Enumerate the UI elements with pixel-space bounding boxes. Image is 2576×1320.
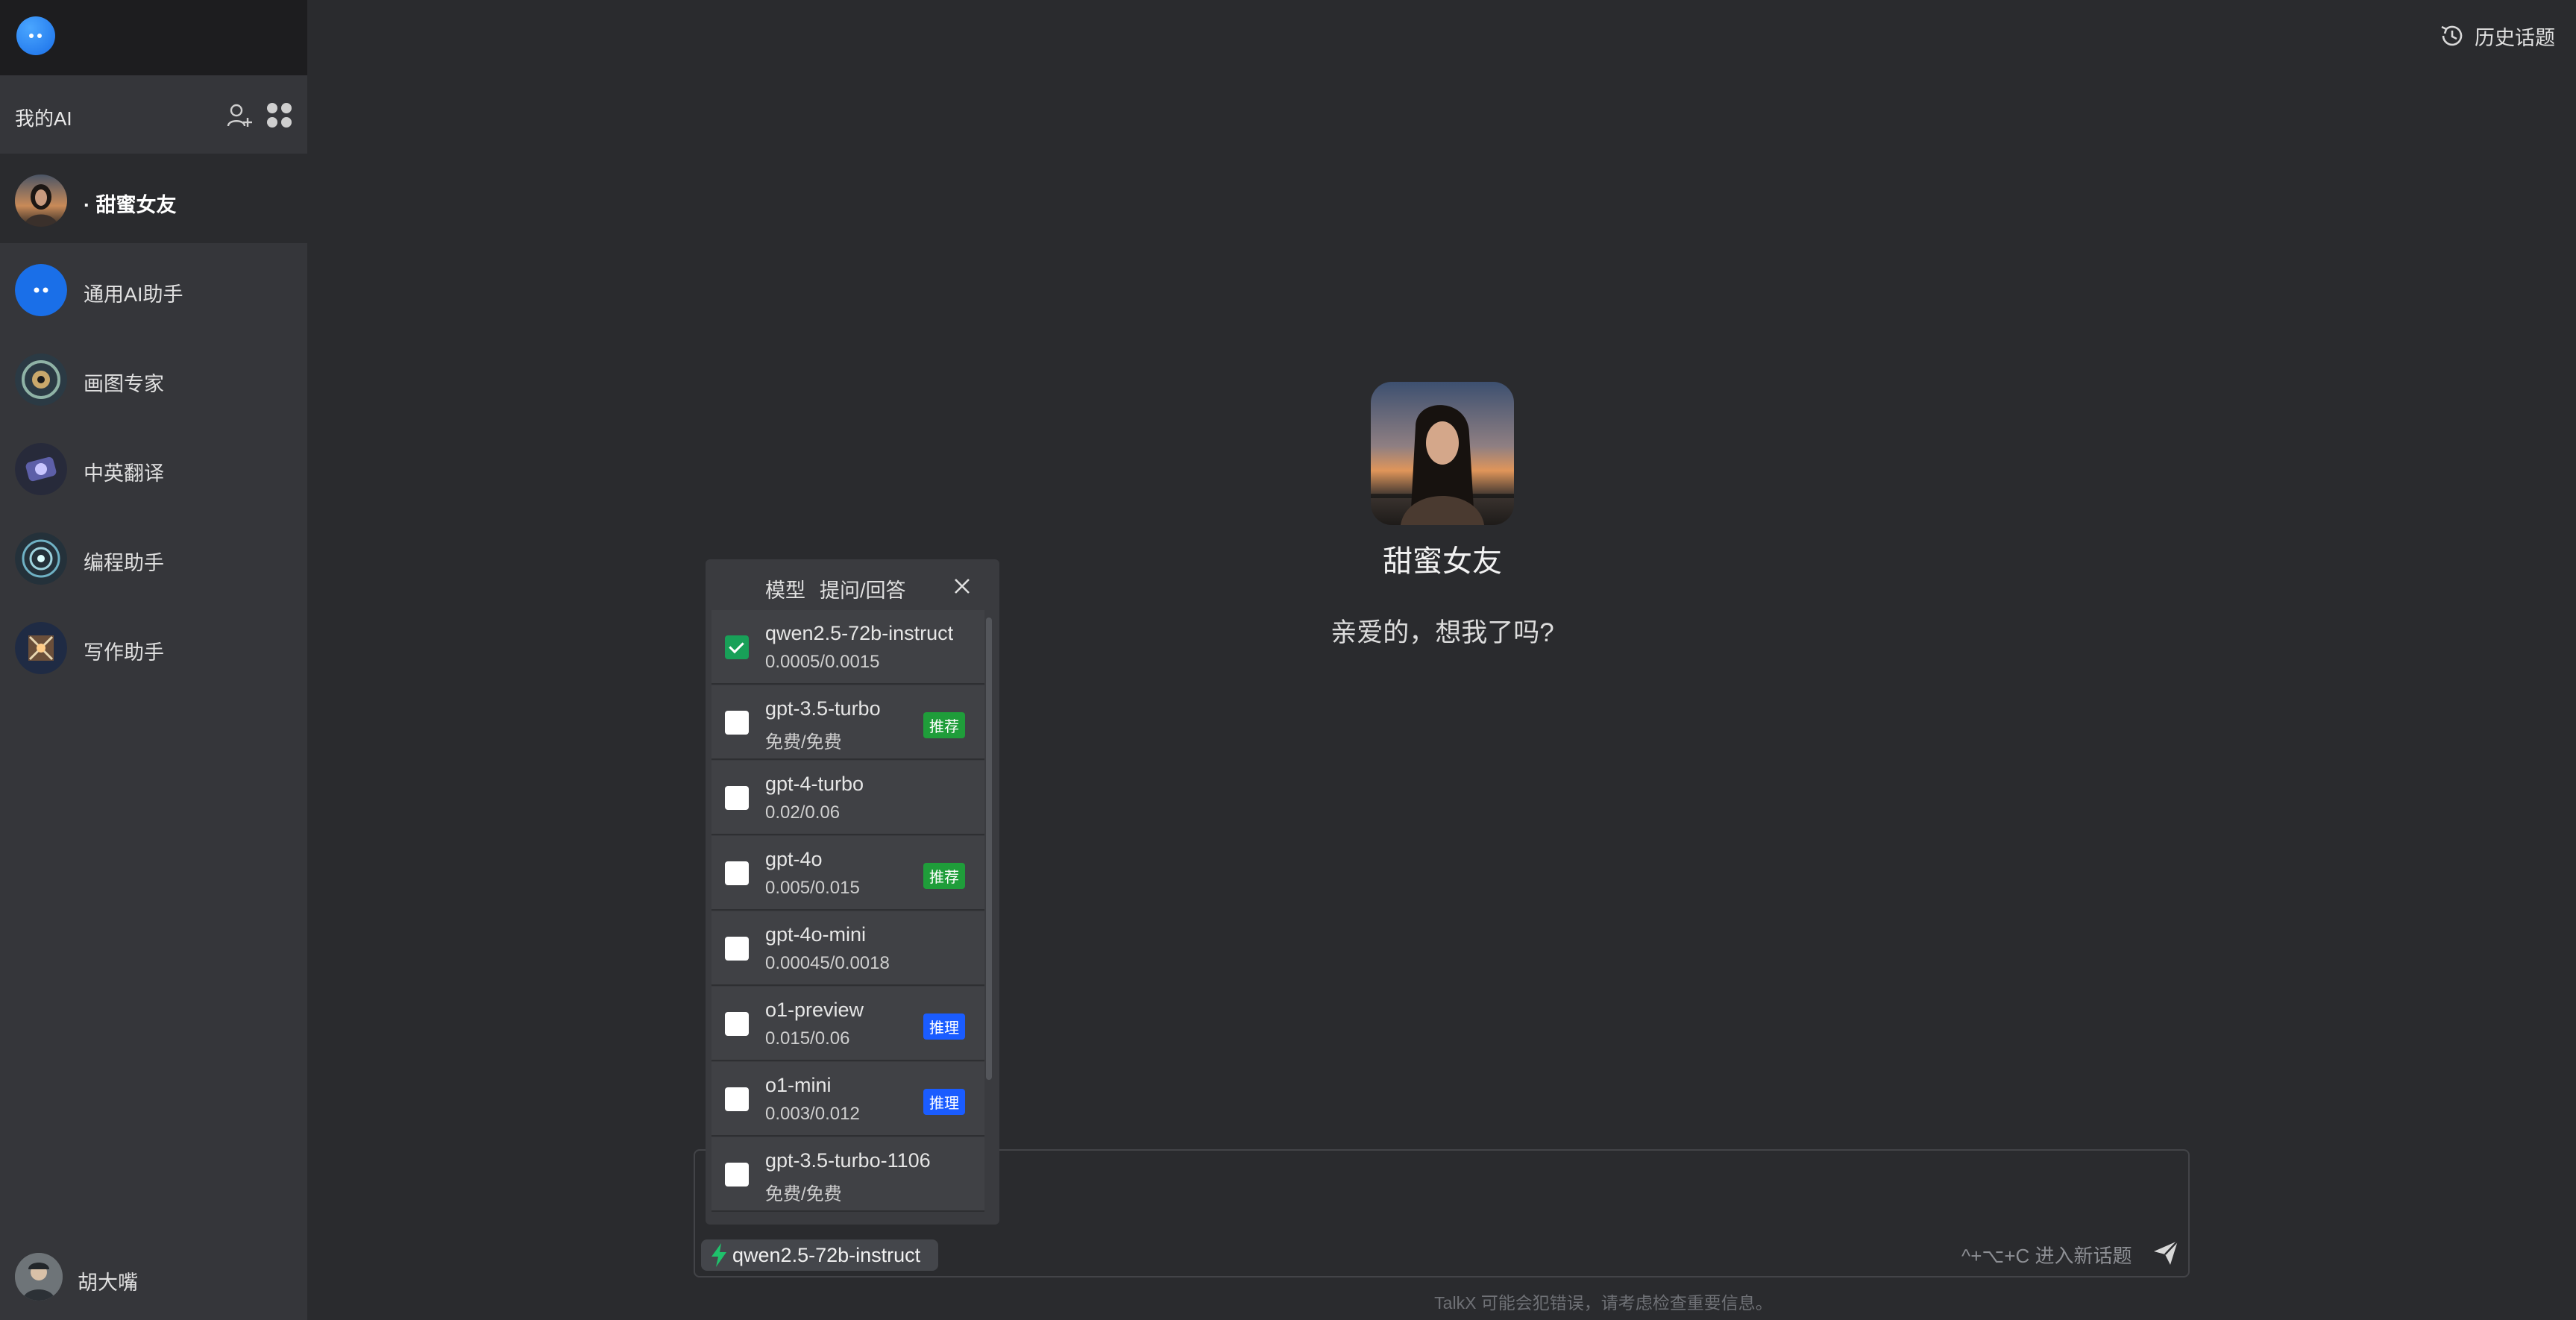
current-user[interactable]: 胡大嘴 [0, 1253, 307, 1305]
model-name: gpt-3.5-turbo [765, 697, 881, 720]
sidebar-item-sweet-girlfriend[interactable]: · 甜蜜女友 [0, 154, 307, 243]
model-option-row[interactable]: gpt-3.5-turbo-1106 免费/免费 [711, 1137, 984, 1212]
model-checkbox[interactable] [725, 861, 749, 885]
model-badge: 推荐 [923, 863, 965, 889]
popup-scrollbar[interactable] [986, 617, 992, 1080]
model-option-row[interactable]: o1-mini 0.003/0.012 推理 [711, 1062, 984, 1137]
model-badge: 推理 [923, 1013, 965, 1040]
sidebar-top-bar [0, 0, 307, 75]
sidebar: 我的AI · 甜蜜女友 通用AI助手 画图专家 中英翻译 编程助手 写作助手 胡… [0, 0, 307, 1320]
model-checkbox[interactable] [725, 1012, 749, 1036]
model-checkbox[interactable] [725, 635, 749, 659]
sidebar-item-drawing-expert[interactable]: 画图专家 [0, 333, 307, 422]
model-price: 0.0005/0.0015 [765, 652, 880, 672]
model-option-row[interactable]: gpt-4o-mini 0.00045/0.0018 [711, 911, 984, 986]
sidebar-item-coding[interactable]: 编程助手 [0, 512, 307, 601]
new-topic-shortcut-hint: ^+⌥+C 进入新话题 [1961, 1245, 2132, 1267]
my-ai-label: 我的AI [15, 107, 72, 130]
model-price: 0.00045/0.0018 [765, 953, 890, 973]
model-name: o1-mini [765, 1074, 832, 1096]
tab-model[interactable]: 模型 [765, 574, 805, 603]
model-checkbox[interactable] [725, 1163, 749, 1187]
model-name: gpt-3.5-turbo-1106 [765, 1149, 931, 1172]
girlfriend-avatar [15, 175, 67, 227]
popup-header: 模型 提问/回答 [706, 559, 999, 610]
model-name: gpt-4o-mini [765, 923, 867, 946]
sidebar-item-label: 编程助手 [84, 552, 164, 574]
model-price: 0.003/0.012 [765, 1104, 860, 1124]
model-name: qwen2.5-72b-instruct [765, 622, 954, 644]
coding-avatar [15, 532, 67, 585]
lightning-icon [711, 1243, 726, 1267]
translation-avatar [15, 443, 67, 495]
sidebar-item-label: · 甜蜜女友 [84, 194, 177, 216]
model-checkbox[interactable] [725, 1087, 749, 1111]
sidebar-item-translation[interactable]: 中英翻译 [0, 422, 307, 512]
drawing-expert-avatar [15, 353, 67, 406]
model-price: 0.015/0.06 [765, 1028, 850, 1049]
app-root: 我的AI · 甜蜜女友 通用AI助手 画图专家 中英翻译 编程助手 写作助手 胡… [0, 0, 2576, 1320]
disclaimer-text: TalkX 可能会犯错误，请考虑检查重要信息。 [1434, 1293, 1773, 1313]
sidebar-item-general-assistant[interactable]: 通用AI助手 [0, 243, 307, 333]
model-option-row[interactable]: gpt-4o 0.005/0.015 推荐 [711, 836, 984, 911]
sidebar-item-label: 通用AI助手 [84, 283, 183, 306]
writing-avatar [15, 622, 67, 674]
add-user-icon[interactable] [227, 103, 254, 128]
model-name: gpt-4-turbo [765, 773, 864, 795]
user-name: 胡大嘴 [78, 1272, 138, 1294]
tab-qa[interactable]: 提问/回答 [820, 574, 906, 603]
sidebar-item-label: 写作助手 [84, 641, 164, 664]
model-checkbox[interactable] [725, 786, 749, 810]
model-option-row[interactable]: gpt-3.5-turbo 免费/免费 推荐 [711, 685, 984, 760]
model-name: o1-preview [765, 999, 864, 1021]
history-topics-button[interactable]: 历史话题 [2439, 21, 2555, 51]
model-checkbox[interactable] [725, 937, 749, 961]
sidebar-item-label: 中英翻译 [84, 462, 164, 485]
sidebar-item-writing[interactable]: 写作助手 [0, 601, 307, 691]
talkx-logo-icon[interactable] [16, 16, 55, 55]
history-clock-icon [2441, 25, 2463, 46]
sidebar-item-label: 画图专家 [84, 373, 164, 395]
model-option-row[interactable]: gpt-4-turbo 0.02/0.06 [711, 761, 984, 835]
general-assistant-avatar [15, 264, 67, 316]
character-name: 甜蜜女友 [1383, 545, 1502, 578]
apps-grid-icon[interactable] [267, 103, 292, 128]
model-price: 免费/免费 [765, 1184, 842, 1204]
model-price: 0.005/0.015 [765, 878, 860, 898]
history-label: 历史话题 [2475, 26, 2555, 49]
model-option-row[interactable]: o1-preview 0.015/0.06 推理 [711, 987, 984, 1061]
model-name: gpt-4o [765, 848, 823, 870]
my-ai-header: 我的AI [0, 75, 307, 156]
model-price: 免费/免费 [765, 732, 842, 752]
close-icon[interactable] [952, 576, 973, 597]
model-badge: 推荐 [923, 712, 965, 738]
character-greeting: 亲爱的，想我了吗? [1331, 618, 1554, 647]
model-select-popup: 模型 提问/回答 qwen2.5-72b-instruct 0.0005/0.0… [706, 559, 999, 1225]
character-avatar [1371, 382, 1514, 525]
send-icon[interactable] [2151, 1238, 2181, 1268]
model-badge: 推理 [923, 1089, 965, 1115]
selected-model-label: qwen2.5-72b-instruct [732, 1243, 921, 1266]
model-option-row[interactable]: qwen2.5-72b-instruct 0.0005/0.0015 [711, 610, 984, 685]
model-selector-chip[interactable]: qwen2.5-72b-instruct [701, 1239, 938, 1271]
user-avatar [15, 1253, 63, 1301]
model-checkbox[interactable] [725, 711, 749, 735]
model-price: 0.02/0.06 [765, 802, 841, 823]
